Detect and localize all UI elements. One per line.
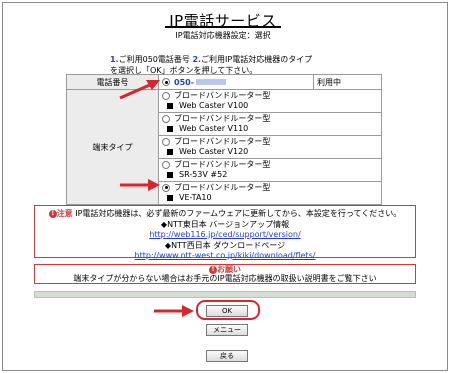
ntt-west-link[interactable]: http://www.ntt-west.co.jp/kiki/download/…: [135, 251, 316, 260]
terminal-radio[interactable]: [162, 160, 170, 169]
terminal-option[interactable]: ブロードバンドルーター型 SR-53V #52: [158, 158, 382, 182]
terminal-option[interactable]: ブロードバンドルーター型 VE-TA10: [158, 181, 382, 205]
ntt-west-label: ◆NTT西日本 ダウンロードページ: [164, 240, 286, 250]
terminal-radio[interactable]: [162, 114, 170, 123]
request-heading: ! お願い: [35, 265, 415, 274]
step-1-text: ご利用050電話番号: [118, 55, 190, 64]
phone-row: 電話番号 050- 利用中: [66, 74, 382, 90]
arrow-icon: [154, 305, 194, 317]
terminal-model: SR-53V #52: [179, 170, 228, 179]
bullet-square-icon: [167, 125, 173, 132]
terminal-model: Web Caster V120: [179, 147, 249, 156]
device-select-table: 電話番号 050- 利用中 端末タイプ ブロードバンドルーター型 Web Cas…: [66, 74, 382, 205]
warning-icon: !: [209, 265, 217, 274]
terminal-radio[interactable]: [162, 91, 170, 100]
arrow-icon: [119, 80, 160, 100]
terminal-type: ブロードバンドルーター型: [174, 137, 271, 146]
terminal-model: Web Caster V110: [179, 124, 249, 133]
notice-text: IP電話対応機器は、必ず最新のファームウェアに更新してから、本設定を行ってくださ…: [75, 209, 402, 218]
phone-status: 利用中: [313, 74, 382, 90]
request-notice: ! お願い 端末タイプが分からない場合はお手元のIP電話対応機器の取扱い説明書をご…: [34, 264, 416, 284]
terminal-type: ブロードバンドルーター型: [174, 91, 271, 100]
instructions: 1.ご利用050電話番号 2.ご利用IP電話対応機器のタイプ を選択し「OK」ボ…: [110, 54, 370, 76]
masked-digits: [196, 79, 227, 85]
bullet-square-icon: [167, 148, 173, 155]
step-2-number: 2.: [192, 55, 202, 64]
step-1-number: 1.: [110, 55, 119, 64]
phone-radio[interactable]: [162, 78, 170, 86]
terminal-option[interactable]: ブロードバンドルーター型 Web Caster V120: [158, 135, 382, 159]
firmware-notice: ! 注意 IP電話対応機器は、必ず最新のファームウェアに更新してから、本設定を行っ…: [34, 205, 416, 260]
terminal-model: VE-TA10: [179, 193, 212, 202]
terminal-type: ブロードバンドルーター型: [174, 160, 271, 169]
terminal-radio[interactable]: [162, 183, 170, 192]
phone-number: 050-: [174, 77, 195, 87]
ntt-east-label: ◆NTT東日本 バージョンアップ情報: [160, 219, 290, 229]
bullet-square-icon: [167, 171, 173, 178]
bullet-square-icon: [167, 102, 173, 109]
step-2-text: ご利用IP電話対応機器のタイプ: [201, 55, 313, 64]
terminal-model: Web Caster V100: [179, 101, 249, 110]
separator-bar: [34, 291, 416, 298]
menu-button[interactable]: メニュー: [206, 324, 248, 336]
terminal-type: ブロードバンドルーター型: [174, 114, 271, 123]
arrow-icon: [120, 179, 160, 191]
instructions-line-1: 1.ご利用050電話番号 2.ご利用IP電話対応機器のタイプ: [110, 54, 370, 65]
back-button[interactable]: 戻る: [206, 350, 248, 362]
phone-number-option[interactable]: 050-: [158, 74, 314, 90]
terminal-option-row: 端末タイプ ブロードバンドルーター型 Web Caster V100: [66, 89, 382, 205]
request-heading-text: お願い: [217, 265, 241, 274]
ntt-east-link[interactable]: http://web116.jp/ced/support/version/: [149, 230, 300, 239]
page-subtitle: IP電話対応機器設定：選択: [175, 31, 271, 40]
terminal-option[interactable]: ブロードバンドルーター型 Web Caster V110: [158, 112, 382, 136]
terminal-type: ブロードバンドルーター型: [174, 183, 271, 192]
terminal-option[interactable]: ブロードバンドルーター型 Web Caster V100: [158, 89, 382, 113]
request-text: 端末タイプが分からない場合はお手元のIP電話対応機器の取扱い説明書をご覧下さい: [73, 274, 377, 283]
terminal-radio[interactable]: [162, 137, 170, 146]
bullet-square-icon: [167, 194, 173, 201]
ok-button[interactable]: OK: [206, 305, 248, 317]
warning-icon: !: [48, 209, 57, 218]
title-underline: [165, 26, 281, 28]
notice-tag: 注意: [56, 209, 73, 218]
notice-line: ! 注意 IP電話対応機器は、必ず最新のファームウェアに更新してから、本設定を行っ…: [35, 209, 415, 220]
